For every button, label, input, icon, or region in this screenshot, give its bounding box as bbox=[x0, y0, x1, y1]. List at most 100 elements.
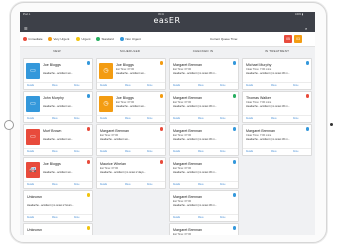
patient-card[interactable]: Margaret BrennanEst Time: 07:00Headache … bbox=[169, 223, 239, 235]
move-link[interactable]: Move bbox=[125, 118, 131, 120]
move-link[interactable]: Move bbox=[125, 85, 131, 87]
details-link[interactable]: Details bbox=[173, 217, 180, 219]
patient-card[interactable]: ▭ Murf Brown Headache - accident wo... Deta… bbox=[23, 124, 93, 156]
done-link[interactable]: Done bbox=[220, 118, 226, 120]
patient-time: Est Time: 07:00 bbox=[100, 133, 119, 137]
details-link[interactable]: Details bbox=[173, 118, 180, 120]
triage-legend: Immediate Very Urgent Urgent Standard No… bbox=[20, 32, 315, 47]
column-header-scheduled: SCHEDULED bbox=[119, 49, 141, 53]
patient-card[interactable]: ▭ Joe Bloggs Headache - accident wo... Deta… bbox=[23, 58, 93, 90]
patient-card[interactable]: Margaret BrennanEst Time: 07:00Headache … bbox=[169, 157, 239, 189]
patient-card[interactable]: Margaret BrennanEst Time: 07:00Headache … bbox=[169, 58, 239, 90]
details-link[interactable]: Details bbox=[27, 184, 34, 186]
details-link[interactable]: Details bbox=[100, 151, 107, 153]
legend-urgent: Urgent bbox=[76, 37, 91, 42]
done-link[interactable]: Done bbox=[74, 184, 80, 186]
done-link[interactable]: Done bbox=[74, 151, 80, 153]
move-link[interactable]: Move bbox=[125, 184, 131, 186]
move-link[interactable]: Move bbox=[198, 118, 204, 120]
done-link[interactable]: Done bbox=[74, 118, 80, 120]
patient-time: Est Time: 07:00 bbox=[173, 100, 192, 104]
patient-card[interactable]: Margaret BrennanEst Time: 07:00Headache … bbox=[169, 190, 239, 222]
details-link[interactable]: Details bbox=[173, 151, 180, 153]
patient-card[interactable]: Maurice Whelan Est Time: 07:00 Headache - … bbox=[96, 157, 166, 189]
details-link[interactable]: Details bbox=[246, 151, 253, 153]
triage-dot-icon bbox=[159, 160, 163, 164]
move-link[interactable]: Move bbox=[271, 118, 277, 120]
patient-name: Margaret Brennan bbox=[100, 129, 129, 133]
patient-complaint: Headache - accident (no onset 30 m... bbox=[173, 105, 217, 108]
done-link[interactable]: Done bbox=[74, 217, 80, 219]
move-link[interactable]: Move bbox=[198, 85, 204, 87]
patient-card[interactable]: 🚑 Joe Bloggs Headache - accident wo... Deta… bbox=[23, 157, 93, 189]
done-link[interactable]: Done bbox=[220, 217, 226, 219]
move-link[interactable]: Move bbox=[52, 85, 58, 87]
move-link[interactable]: Move bbox=[271, 151, 277, 153]
patient-card[interactable]: Thomas Walker Clear Time: 7:00 mins Headac… bbox=[242, 91, 312, 123]
card-actions: Details Move Done bbox=[170, 181, 238, 188]
top-bar: iPad ✈ 09:41 100% ▮ easER ☰ ⌕ bbox=[20, 12, 315, 32]
card-actions: Details Move Done bbox=[24, 148, 92, 155]
done-link[interactable]: Done bbox=[220, 184, 226, 186]
triage-dot-icon bbox=[232, 160, 236, 164]
patient-card[interactable]: ▭ John Murphy Headache - accident wo... Det… bbox=[23, 91, 93, 123]
done-link[interactable]: Done bbox=[293, 118, 299, 120]
patient-name: Michael Murphy bbox=[246, 63, 272, 67]
details-link[interactable]: Details bbox=[173, 184, 180, 186]
search-icon[interactable]: ⌕ bbox=[305, 26, 307, 31]
menu-icon[interactable]: ☰ bbox=[24, 26, 28, 31]
done-link[interactable]: Done bbox=[220, 151, 226, 153]
details-link[interactable]: Details bbox=[27, 118, 34, 120]
home-button[interactable] bbox=[4, 120, 14, 130]
triage-dot-icon bbox=[159, 94, 163, 98]
details-link[interactable]: Details bbox=[100, 118, 107, 120]
patient-card[interactable]: Michael Murphy Clear Time: 7:00 mins Heada… bbox=[242, 58, 312, 90]
done-link[interactable]: Done bbox=[147, 151, 153, 153]
details-link[interactable]: Details bbox=[27, 85, 34, 87]
patient-name: Joe Bloggs bbox=[43, 63, 61, 67]
done-link[interactable]: Done bbox=[147, 118, 153, 120]
move-link[interactable]: Move bbox=[198, 217, 204, 219]
details-link[interactable]: Details bbox=[100, 184, 107, 186]
patient-name: Margaret Brennan bbox=[173, 195, 202, 199]
done-link[interactable]: Done bbox=[74, 85, 80, 87]
patient-card[interactable]: ◷ Joe Bloggs Est Time: 07:00 Headache - acc… bbox=[96, 91, 166, 123]
triage-dot-icon bbox=[159, 61, 163, 65]
details-link[interactable]: Details bbox=[100, 85, 107, 87]
details-link[interactable]: Details bbox=[246, 85, 253, 87]
card-actions: Details Move Done bbox=[24, 214, 92, 221]
move-link[interactable]: Move bbox=[52, 118, 58, 120]
patient-card[interactable]: Margaret BrennanEst Time: 07:00Headache … bbox=[169, 91, 239, 123]
card-actions: Details Move Done bbox=[170, 148, 238, 155]
done-link[interactable]: Done bbox=[220, 85, 226, 87]
done-link[interactable]: Done bbox=[293, 85, 299, 87]
move-link[interactable]: Move bbox=[271, 85, 277, 87]
details-link[interactable]: Details bbox=[27, 151, 34, 153]
patient-name: Joe Bloggs bbox=[116, 96, 134, 100]
patient-card[interactable]: ◷ Joe Bloggs Est Time: 07:00 Headache - acc… bbox=[96, 58, 166, 90]
move-link[interactable]: Move bbox=[198, 184, 204, 186]
card-actions: Details Move Done bbox=[170, 214, 238, 221]
card-actions: Details Move Done bbox=[24, 115, 92, 122]
patient-card[interactable]: UnknownHeadache - accident (no onset 2 h… bbox=[23, 190, 93, 222]
patient-status-icon: ▭ bbox=[26, 96, 40, 112]
patient-card[interactable]: UnknownHeadache - accident (no onset 2 h… bbox=[23, 223, 93, 235]
move-link[interactable]: Move bbox=[52, 184, 58, 186]
move-link[interactable]: Move bbox=[52, 151, 58, 153]
patient-card[interactable]: Margaret BrennanEst Time: 07:00Headache … bbox=[169, 124, 239, 156]
move-link[interactable]: Move bbox=[125, 151, 131, 153]
move-link[interactable]: Move bbox=[52, 217, 58, 219]
card-actions: Details Move Done bbox=[97, 181, 165, 188]
urgent-dot-icon bbox=[76, 37, 80, 42]
patient-complaint: Headache - accident (no onset 30 m... bbox=[173, 171, 217, 174]
details-link[interactable]: Details bbox=[173, 85, 180, 87]
card-actions: Details Move Done bbox=[170, 115, 238, 122]
done-link[interactable]: Done bbox=[147, 184, 153, 186]
done-link[interactable]: Done bbox=[147, 85, 153, 87]
done-link[interactable]: Done bbox=[293, 151, 299, 153]
patient-card[interactable]: Margaret Brennan Clear Time: 7:00 mins Hea… bbox=[242, 124, 312, 156]
patient-card[interactable]: Margaret BrennanEst Time: 07:00Headache … bbox=[96, 124, 166, 156]
move-link[interactable]: Move bbox=[198, 151, 204, 153]
details-link[interactable]: Details bbox=[246, 118, 253, 120]
details-link[interactable]: Details bbox=[27, 217, 34, 219]
